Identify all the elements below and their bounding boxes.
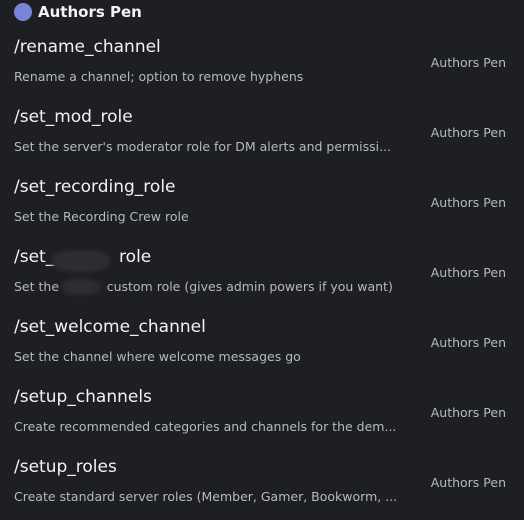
- command-description: Rename a channel; option to remove hyphe…: [14, 69, 304, 84]
- command-source: Authors Pen: [430, 475, 506, 490]
- command-source: Authors Pen: [430, 405, 506, 420]
- command-name: /set_welcome_channel: [14, 317, 206, 337]
- command-source: Authors Pen: [430, 265, 506, 280]
- command-row-rename-channel[interactable]: /rename_channel Rename a channel; option…: [0, 30, 524, 100]
- app-header: Authors Pen: [14, 1, 142, 23]
- redaction-blur: [52, 250, 110, 272]
- app-avatar: [14, 3, 32, 21]
- app-name: Authors Pen: [38, 3, 142, 21]
- command-description: Set the channel where welcome messages g…: [14, 349, 301, 364]
- command-name: /set_mod_role: [14, 107, 133, 127]
- command-row-set-mod-role[interactable]: /set_mod_role Set the server's moderator…: [0, 100, 524, 170]
- command-description: Set the server's moderator role for DM a…: [14, 139, 392, 154]
- command-row-set-welcome-channel[interactable]: /set_welcome_channel Set the channel whe…: [0, 310, 524, 380]
- command-description: Create recommended categories and channe…: [14, 419, 397, 434]
- command-row-set-custom-role[interactable]: /set_ role Set the custom role (gives ad…: [0, 240, 524, 310]
- command-list: /rename_channel Rename a channel; option…: [0, 30, 524, 520]
- command-source: Authors Pen: [430, 55, 506, 70]
- command-source: Authors Pen: [430, 195, 506, 210]
- redaction-blur: [62, 279, 100, 295]
- command-name: /rename_channel: [14, 37, 161, 57]
- command-row-setup-roles[interactable]: /setup_roles Create standard server role…: [0, 450, 524, 520]
- command-description: Set the Recording Crew role: [14, 209, 189, 224]
- command-source: Authors Pen: [430, 335, 506, 350]
- command-name: /set_recording_role: [14, 177, 176, 197]
- command-name: /setup_roles: [14, 457, 117, 477]
- command-source: Authors Pen: [430, 125, 506, 140]
- command-row-setup-channels[interactable]: /setup_channels Create recommended categ…: [0, 380, 524, 450]
- command-name: /setup_channels: [14, 387, 152, 407]
- command-description: Create standard server roles (Member, Ga…: [14, 489, 398, 504]
- command-row-set-recording-role[interactable]: /set_recording_role Set the Recording Cr…: [0, 170, 524, 240]
